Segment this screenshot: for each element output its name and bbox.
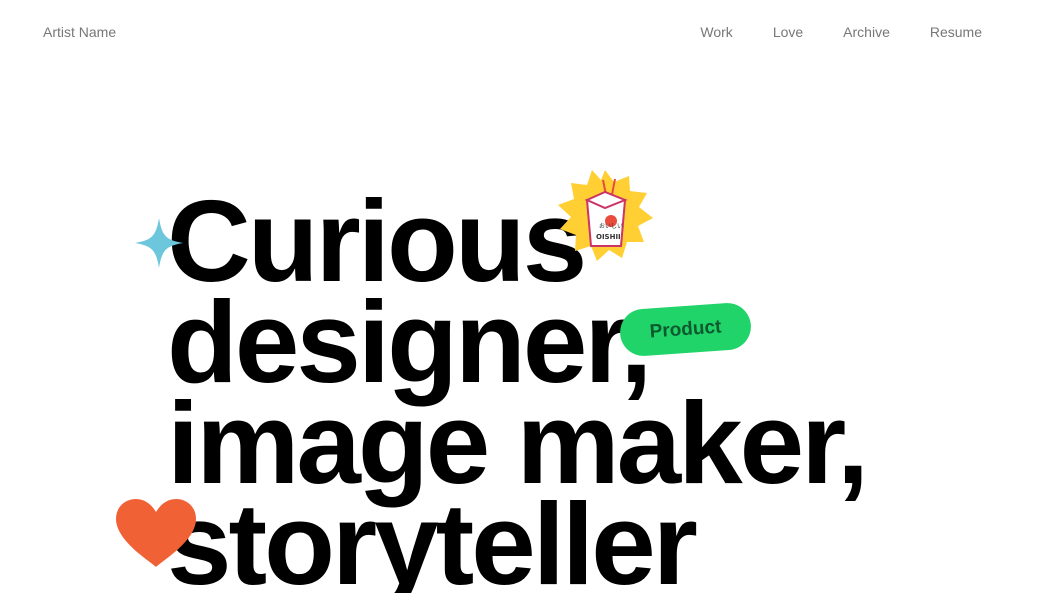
hero-line-4: storyteller xyxy=(167,479,698,593)
takeout-text-en: OISHII xyxy=(596,233,621,241)
main-nav: Work Love Archive Resume xyxy=(700,24,982,40)
nav-link-archive[interactable]: Archive xyxy=(843,24,890,40)
sparkle-icon xyxy=(135,218,183,268)
site-name-link[interactable]: Artist Name xyxy=(43,24,116,40)
hero-heading: Curious designer, image maker, storytell… xyxy=(167,183,869,593)
nav-link-work[interactable]: Work xyxy=(700,24,732,40)
nav-link-resume[interactable]: Resume xyxy=(930,24,982,40)
heart-icon xyxy=(116,499,196,567)
takeout-text-jp: おいしい xyxy=(599,223,623,230)
takeout-box-sticker-icon: おいしい OISHII xyxy=(558,170,653,261)
product-tag-sticker: Product xyxy=(618,301,753,358)
page: Artist Name Work Love Archive Resume Cur… xyxy=(0,0,1061,593)
nav-link-love[interactable]: Love xyxy=(773,24,803,40)
